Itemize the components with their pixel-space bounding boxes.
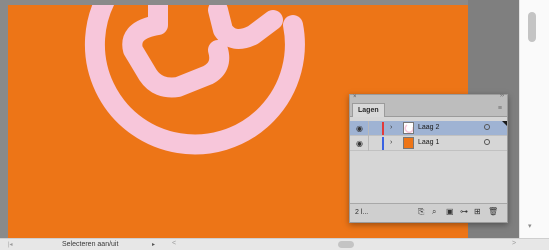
first-artboard-icon[interactable]: |◂	[8, 241, 13, 248]
layer-name[interactable]: Laag 2	[418, 124, 439, 131]
collapse-icon[interactable]: ››	[500, 93, 504, 99]
vertical-scrollbar[interactable]: ▾	[519, 0, 549, 238]
lock-toggle[interactable]	[368, 121, 380, 136]
target-circle-icon[interactable]	[484, 124, 490, 130]
scroll-right-icon[interactable]: >	[512, 240, 516, 247]
horizontal-scroll-thumb[interactable]	[338, 241, 354, 248]
visibility-eye-icon[interactable]: ◉	[356, 139, 363, 148]
visibility-eye-icon[interactable]: ◉	[356, 124, 363, 133]
layer-row-laag-2[interactable]: ◉ › Laag 2	[350, 121, 507, 136]
layer-name[interactable]: Laag 1	[418, 139, 439, 146]
clipping-mask-icon[interactable]: ▣	[446, 207, 454, 216]
layers-panel[interactable]: × ›› Lagen ≡ ◉ › Laag 2 ◉ › Laag 1 2 l..…	[349, 93, 508, 223]
layer-color-bar	[382, 137, 384, 150]
layer-row-laag-1[interactable]: ◉ › Laag 1	[350, 136, 507, 151]
export-icon[interactable]: ⎘	[418, 207, 424, 217]
status-menu-icon[interactable]: ▸	[152, 241, 155, 248]
target-circle-icon[interactable]	[484, 139, 490, 145]
layer-thumbnail	[403, 137, 414, 149]
panel-titlebar[interactable]: × ››	[350, 93, 507, 102]
layer-list: ◉ › Laag 2 ◉ › Laag 1	[350, 117, 507, 205]
tab-layers[interactable]: Lagen	[352, 103, 385, 118]
layer-thumbnail	[403, 122, 414, 134]
locate-object-icon[interactable]: ⌕	[432, 207, 436, 217]
expand-arrow-icon[interactable]: ›	[390, 124, 392, 131]
selection-corner-icon	[502, 121, 507, 126]
scroll-left-icon[interactable]: <	[172, 240, 176, 247]
panel-footer: 2 l... ⎘ ⌕ ▣ ⊶ ⊞ 🗑	[350, 203, 507, 222]
delete-icon[interactable]: 🗑	[488, 207, 498, 216]
logo-notch-shape	[208, 5, 283, 49]
new-layer-icon[interactable]: ⊞	[474, 207, 481, 216]
panel-menu-icon[interactable]: ≡	[498, 105, 502, 112]
close-icon[interactable]: ×	[353, 94, 357, 100]
scroll-down-icon[interactable]: ▾	[528, 222, 532, 230]
logo-hook-shape	[122, 5, 230, 98]
layer-color-bar	[382, 122, 384, 135]
lock-toggle[interactable]	[368, 136, 380, 151]
status-bar: |◂ Selecteren aan/uit ▸ < >	[0, 238, 549, 250]
panel-tab-bar: Lagen ≡	[350, 102, 507, 118]
status-text: Selecteren aan/uit	[62, 241, 119, 248]
vertical-scroll-thumb[interactable]	[528, 12, 536, 42]
expand-arrow-icon[interactable]: ›	[390, 139, 392, 146]
new-sublayer-icon[interactable]: ⊶	[460, 207, 468, 216]
layer-count: 2 l...	[355, 209, 369, 216]
